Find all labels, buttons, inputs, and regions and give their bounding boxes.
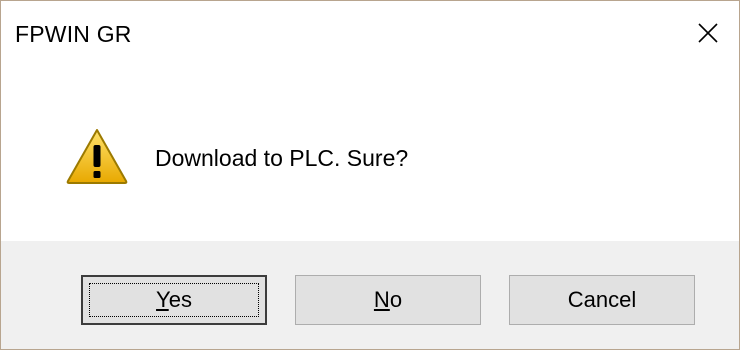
button-bar: Yes No Cancel (1, 241, 739, 349)
title-bar[interactable]: FPWIN GR (1, 1, 739, 77)
dialog-message: Download to PLC. Sure? (155, 145, 409, 171)
no-button[interactable]: No (295, 275, 481, 325)
cancel-button-label: Cancel (567, 287, 637, 312)
no-button-label: No (374, 287, 402, 313)
cancel-button[interactable]: Cancel (509, 275, 695, 325)
yes-button[interactable]: Yes (81, 275, 267, 325)
warning-icon (65, 127, 129, 185)
dialog-content: Download to PLC. Sure? (1, 77, 739, 241)
window-title: FPWIN GR (15, 21, 132, 47)
close-button[interactable] (677, 1, 739, 65)
close-icon (697, 22, 719, 44)
message-dialog: FPWIN GR Download to PLC. Sure? Yes No C… (0, 0, 740, 350)
no-label-rest: o (389, 287, 403, 312)
no-mnemonic: N (373, 287, 390, 312)
focus-indicator (89, 283, 259, 317)
